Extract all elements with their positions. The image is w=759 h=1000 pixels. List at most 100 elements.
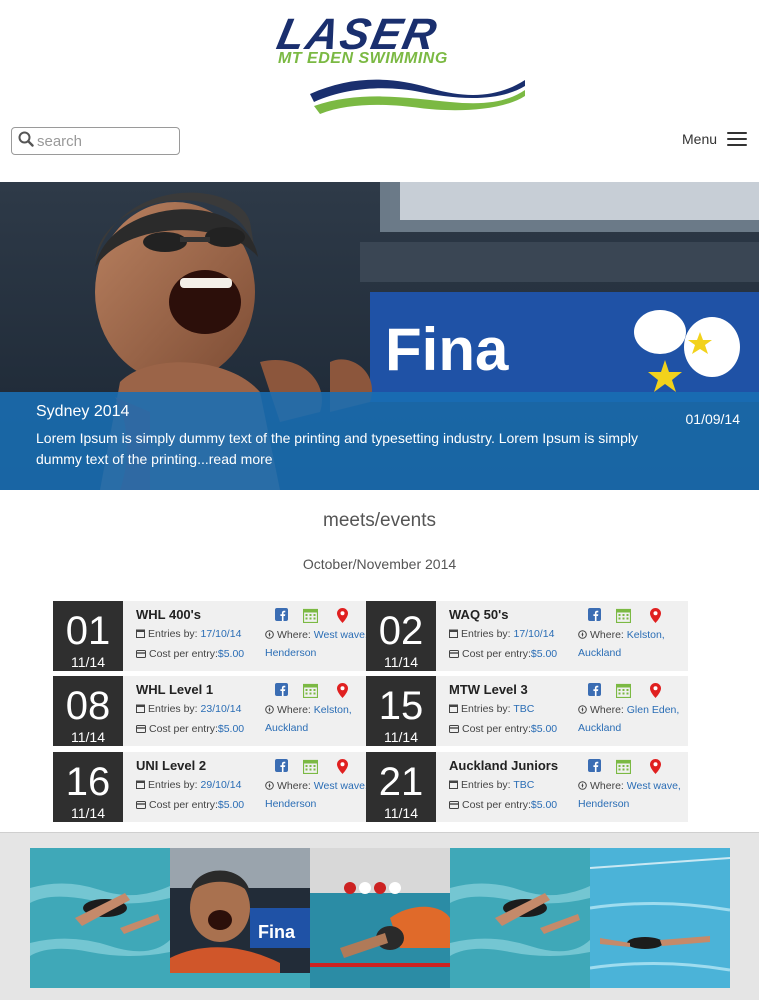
card-icon: [136, 799, 149, 811]
compass-icon: [578, 629, 590, 641]
cost-label: Cost per entry:: [149, 799, 218, 811]
entries-label: Entries by:: [148, 703, 198, 715]
event-title[interactable]: WHL 400's: [136, 607, 201, 622]
menu-label: Menu: [682, 131, 718, 147]
gallery-photo[interactable]: [310, 848, 450, 988]
event-actions: [588, 608, 678, 626]
event-actions: [588, 759, 678, 777]
facebook-icon[interactable]: [275, 608, 288, 626]
search-box[interactable]: [11, 127, 180, 155]
event-card[interactable]: 02 11/14 WAQ 50's Entries by: 17/10/14 Cost …: [366, 601, 688, 671]
hamburger-icon[interactable]: [727, 132, 748, 146]
entries-date-link[interactable]: 29/10/14: [201, 779, 242, 791]
calendar-icon[interactable]: [302, 759, 319, 779]
hero-caption: Sydney 2014 01/09/14 Lorem Ipsum is simp…: [0, 392, 759, 490]
site-logo[interactable]: LASER MT EDEN SWIMMING: [270, 10, 530, 114]
hero-title[interactable]: Sydney 2014: [36, 403, 129, 421]
event-day: 08: [65, 684, 111, 728]
event-where: Where: West wave, Henderson: [265, 777, 375, 813]
card-icon: [136, 723, 149, 735]
event-cost: Cost per entry:$5.00: [136, 799, 244, 811]
gallery-photo[interactable]: [30, 848, 170, 988]
gallery-photo[interactable]: [450, 848, 590, 988]
event-title[interactable]: WHL Level 1: [136, 682, 213, 697]
event-cost: Cost per entry:$5.00: [136, 723, 244, 735]
entries-date-link[interactable]: 23/10/14: [201, 703, 242, 715]
facebook-icon[interactable]: [588, 683, 601, 701]
compass-icon: [265, 629, 277, 641]
gallery-photo[interactable]: Fina: [170, 848, 310, 988]
map-pin-icon[interactable]: [650, 608, 661, 628]
hero-date: 01/09/14: [685, 411, 741, 427]
event-title[interactable]: UNI Level 2: [136, 758, 206, 773]
event-title[interactable]: MTW Level 3: [449, 682, 528, 697]
entries-date-link[interactable]: 17/10/14: [201, 628, 242, 640]
event-month: 11/14: [384, 805, 418, 821]
event-cost: Cost per entry:$5.00: [449, 648, 557, 660]
search-input[interactable]: [37, 132, 177, 150]
gallery-photo[interactable]: [590, 848, 730, 988]
event-where: Where: West wave, Henderson: [578, 777, 688, 813]
event-cost: Cost per entry:$5.00: [449, 723, 557, 735]
event-day: 21: [378, 760, 424, 804]
cost-label: Cost per entry:: [149, 648, 218, 660]
calendar-icon[interactable]: [302, 683, 319, 703]
event-where: Where: Glen Eden, Auckland: [578, 701, 688, 737]
event-entries: Entries by: 23/10/14: [136, 703, 241, 715]
entries-label: Entries by:: [461, 628, 511, 640]
cost-value[interactable]: $5.00: [218, 648, 244, 660]
photo-gallery: Fina: [0, 832, 759, 1000]
map-pin-icon[interactable]: [650, 759, 661, 779]
logo-wave-icon: [310, 79, 525, 114]
event-date-box: 16 11/14: [53, 752, 123, 822]
section-period: October/November 2014: [302, 556, 457, 572]
small-calendar-icon: [449, 628, 461, 640]
event-card[interactable]: 08 11/14 WHL Level 1 Entries by: 23/10/14 Co…: [53, 676, 375, 746]
cost-value[interactable]: $5.00: [531, 648, 557, 660]
map-pin-icon[interactable]: [337, 683, 348, 703]
entries-label: Entries by:: [461, 779, 511, 791]
card-icon: [449, 723, 462, 735]
event-where: Where: Kelston, Auckland: [578, 626, 688, 662]
section-title: meets/events: [323, 510, 436, 531]
hero-slider[interactable]: Fina Sydney 2014 01/09/14 Lorem Ipsum is…: [0, 182, 759, 490]
cost-label: Cost per entry:: [462, 799, 531, 811]
event-where: Where: West wave, Henderson: [265, 626, 375, 662]
calendar-icon[interactable]: [615, 759, 632, 779]
event-month: 11/14: [384, 654, 418, 670]
cost-value[interactable]: $5.00: [531, 799, 557, 811]
facebook-icon[interactable]: [275, 683, 288, 701]
cost-value[interactable]: $5.00: [218, 723, 244, 735]
compass-icon: [265, 704, 277, 716]
compass-icon: [265, 780, 277, 792]
map-pin-icon[interactable]: [337, 608, 348, 628]
event-title[interactable]: WAQ 50's: [449, 607, 508, 622]
calendar-icon[interactable]: [615, 608, 632, 628]
facebook-icon[interactable]: [275, 759, 288, 777]
calendar-icon[interactable]: [302, 608, 319, 628]
menu-toggle[interactable]: Menu: [682, 131, 748, 147]
map-pin-icon[interactable]: [337, 759, 348, 779]
cost-value[interactable]: $5.00: [531, 723, 557, 735]
card-icon: [136, 648, 149, 660]
facebook-icon[interactable]: [588, 608, 601, 626]
event-card[interactable]: 01 11/14 WHL 400's Entries by: 17/10/14 Cost…: [53, 601, 375, 671]
svg-text:Fina: Fina: [258, 922, 296, 942]
facebook-icon[interactable]: [588, 759, 601, 777]
map-pin-icon[interactable]: [650, 683, 661, 703]
event-card[interactable]: 21 11/14 Auckland Juniors Entries by: TBC Co…: [366, 752, 688, 822]
entries-date-link[interactable]: TBC: [513, 703, 534, 715]
calendar-icon[interactable]: [615, 683, 632, 703]
where-label: Where:: [590, 780, 624, 792]
event-card[interactable]: 16 11/14 UNI Level 2 Entries by: 29/10/14 Co…: [53, 752, 375, 822]
hero-text[interactable]: Lorem Ipsum is simply dummy text of the …: [36, 428, 676, 470]
cost-value[interactable]: $5.00: [218, 799, 244, 811]
event-title[interactable]: Auckland Juniors: [449, 758, 558, 773]
entries-date-link[interactable]: 17/10/14: [514, 628, 555, 640]
event-entries: Entries by: 29/10/14: [136, 779, 241, 791]
event-month: 11/14: [384, 729, 418, 745]
entries-date-link[interactable]: TBC: [513, 779, 534, 791]
event-card[interactable]: 15 11/14 MTW Level 3 Entries by: TBC Cost pe…: [366, 676, 688, 746]
where-label: Where:: [277, 704, 311, 716]
banner-text: Fina: [385, 316, 509, 383]
